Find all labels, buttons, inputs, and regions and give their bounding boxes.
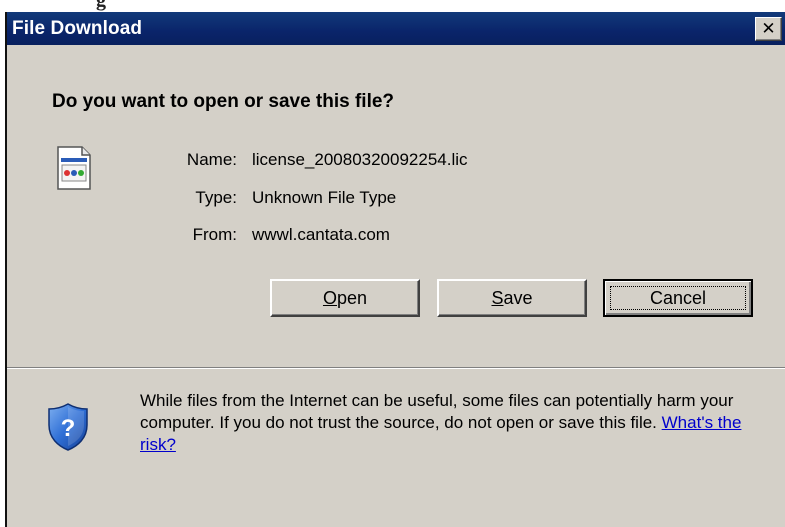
dialog-title: File Download: [12, 18, 143, 39]
background-text-fragment: g: [96, 0, 106, 11]
svg-text:?: ?: [61, 415, 76, 442]
close-icon: ✕: [761, 19, 776, 39]
security-warning: While files from the Internet can be use…: [140, 390, 770, 456]
save-button[interactable]: Save: [437, 279, 587, 317]
from-value: wwwl.cantata.com: [252, 225, 390, 244]
name-label: Name:: [186, 150, 237, 169]
file-download-dialog: File Download ✕ Do you want to open or s…: [5, 12, 785, 527]
separator-highlight: [7, 368, 785, 369]
from-label: From:: [192, 225, 237, 244]
save-button-label: Save: [491, 287, 533, 308]
background-page-fragment: g: [0, 0, 785, 12]
file-icon: [57, 146, 91, 190]
open-button-label: Open: [322, 287, 368, 308]
shield-question-icon: ?: [48, 403, 88, 451]
focus-rectangle: [610, 286, 746, 310]
dialog-question: Do you want to open or save this file?: [52, 91, 395, 112]
name-value: license_20080320092254.lic: [252, 150, 468, 169]
cancel-button[interactable]: Cancel: [603, 279, 753, 317]
close-button[interactable]: ✕: [755, 17, 782, 41]
open-button[interactable]: Open: [270, 279, 420, 317]
type-label: Type:: [195, 188, 237, 207]
type-value: Unknown File Type: [252, 188, 397, 207]
warning-text: While files from the Internet can be use…: [140, 391, 734, 432]
title-bar[interactable]: File Download ✕: [7, 12, 785, 45]
